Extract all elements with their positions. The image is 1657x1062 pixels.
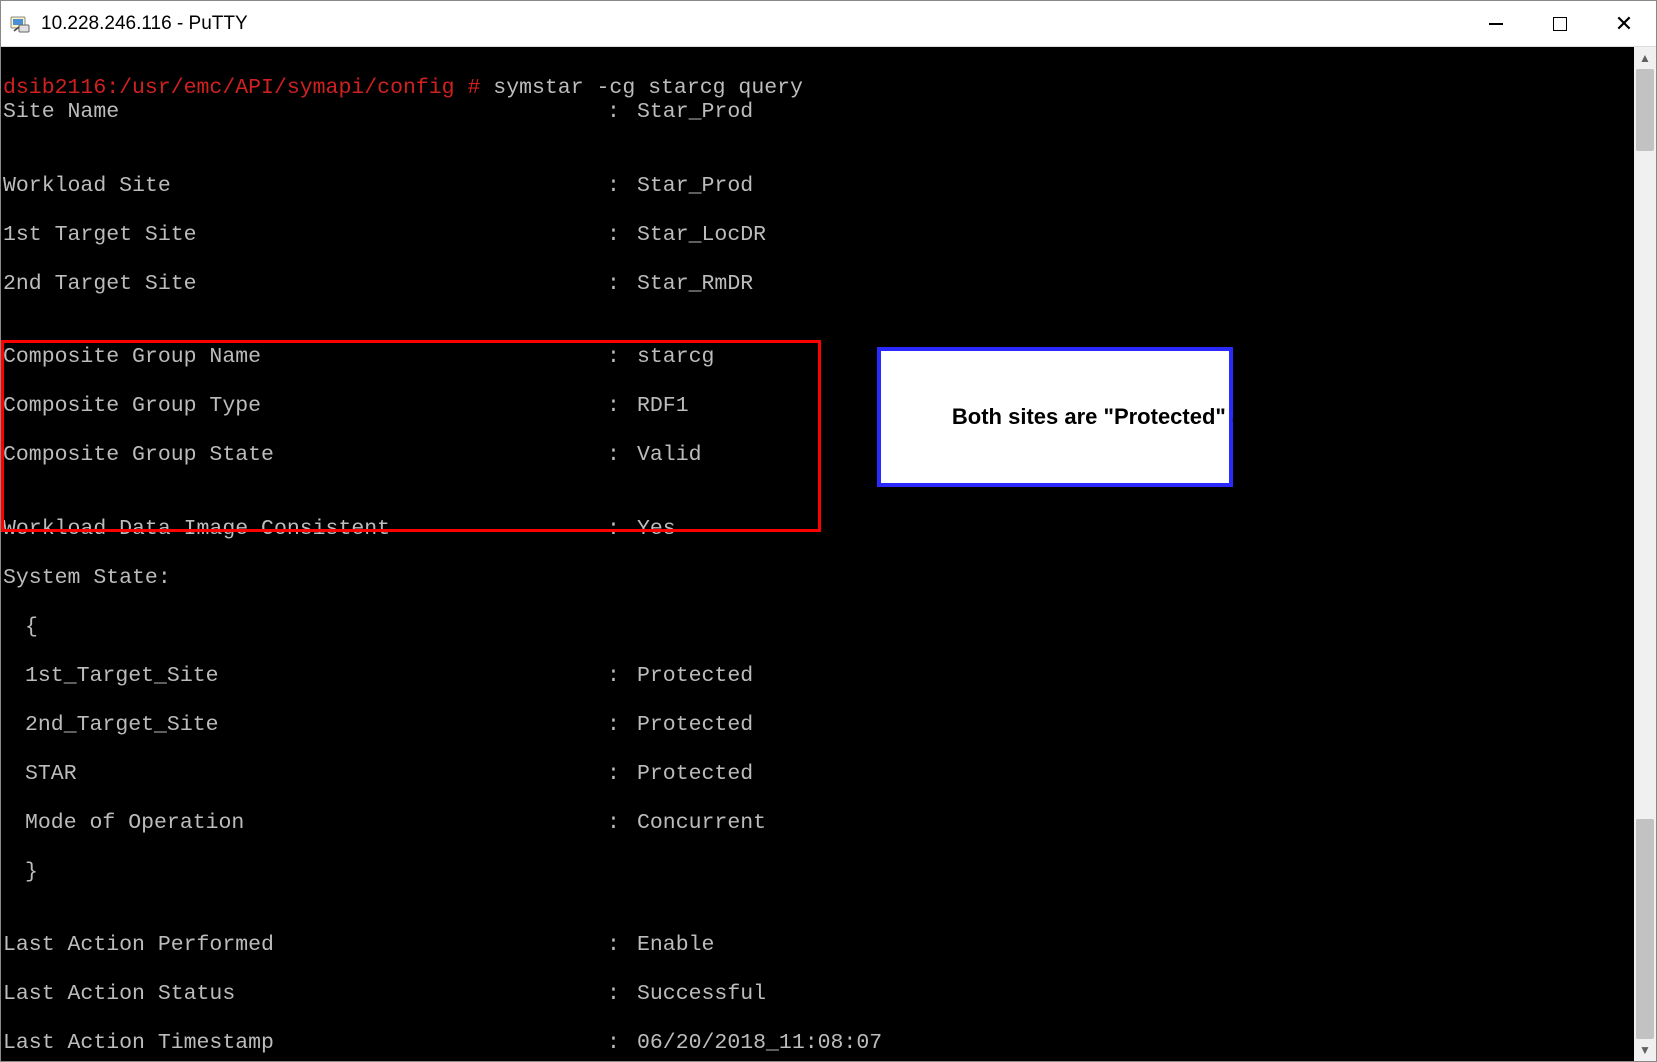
blank-line bbox=[3, 909, 16, 933]
row-ss-mode: Mode of Operation:Concurrent bbox=[3, 811, 1632, 836]
row-workload-site: Workload Site:Star_Prod bbox=[3, 174, 1632, 199]
application-window: 10.228.246.116 - PuTTY ✕ dsib2116:/usr/e… bbox=[0, 0, 1657, 1062]
row-last-ts: Last Action Timestamp:06/20/2018_11:08:0… bbox=[3, 1031, 1632, 1056]
window-controls: ✕ bbox=[1464, 1, 1656, 46]
system-state-header: System State: bbox=[3, 566, 1632, 591]
row-1st-target: 1st Target Site:Star_LocDR bbox=[3, 223, 1632, 248]
terminal[interactable]: dsib2116:/usr/emc/API/symapi/config # sy… bbox=[1, 47, 1634, 1061]
client-area: dsib2116:/usr/emc/API/symapi/config # sy… bbox=[1, 47, 1656, 1061]
blank-line bbox=[3, 492, 16, 516]
close-icon: ✕ bbox=[1615, 13, 1633, 35]
row-ss-2nd: 2nd_Target_Site:Protected bbox=[3, 713, 1632, 738]
close-button[interactable]: ✕ bbox=[1592, 1, 1656, 46]
minimize-button[interactable] bbox=[1464, 1, 1528, 46]
row-cg-name: Composite Group Name:starcg bbox=[3, 345, 1632, 370]
row-cg-state: Composite Group State:Valid bbox=[3, 443, 1632, 468]
prompt-path: dsib2116:/usr/emc/API/symapi/config bbox=[3, 76, 455, 100]
blank-line bbox=[3, 321, 16, 345]
titlebar[interactable]: 10.228.246.116 - PuTTY ✕ bbox=[1, 1, 1656, 47]
brace-close: } bbox=[3, 860, 1632, 885]
scroll-down-button[interactable]: ▼ bbox=[1634, 1039, 1656, 1061]
callout-text: Both sites are "Protected" and the overa… bbox=[952, 404, 1598, 429]
scroll-thumb[interactable] bbox=[1636, 69, 1654, 151]
row-ss-star: STAR:Protected bbox=[3, 762, 1632, 787]
minimize-icon bbox=[1489, 23, 1503, 25]
blank-line bbox=[3, 149, 16, 173]
window-title: 10.228.246.116 - PuTTY bbox=[41, 13, 248, 35]
putty-icon bbox=[9, 13, 31, 35]
row-2nd-target: 2nd Target Site:Star_RmDR bbox=[3, 272, 1632, 297]
prompt-command: symstar -cg starcg query bbox=[493, 76, 803, 100]
prompt-symbol: # bbox=[455, 76, 494, 100]
row-last-status: Last Action Status:Successful bbox=[3, 982, 1632, 1007]
maximize-icon bbox=[1553, 17, 1567, 31]
annotation-callout: Both sites are "Protected" and the overa… bbox=[877, 347, 1233, 487]
row-wdic: Workload Data Image Consistent:Yes bbox=[3, 517, 1632, 542]
chevron-down-icon: ▼ bbox=[1639, 1043, 1651, 1057]
row-last-action: Last Action Performed:Enable bbox=[3, 933, 1632, 958]
maximize-button[interactable] bbox=[1528, 1, 1592, 46]
scroll-up-button[interactable]: ▲ bbox=[1634, 47, 1656, 69]
brace-open: { bbox=[3, 615, 1632, 640]
scroll-thumb-bottom[interactable] bbox=[1636, 819, 1654, 1039]
vertical-scrollbar[interactable]: ▲ ▼ bbox=[1634, 47, 1656, 1061]
row-site-name: Site Name:Star_Prod bbox=[3, 100, 1632, 125]
row-ss-1st: 1st_Target_Site:Protected bbox=[3, 664, 1632, 689]
titlebar-left: 10.228.246.116 - PuTTY bbox=[1, 13, 1464, 35]
chevron-up-icon: ▲ bbox=[1639, 51, 1651, 65]
